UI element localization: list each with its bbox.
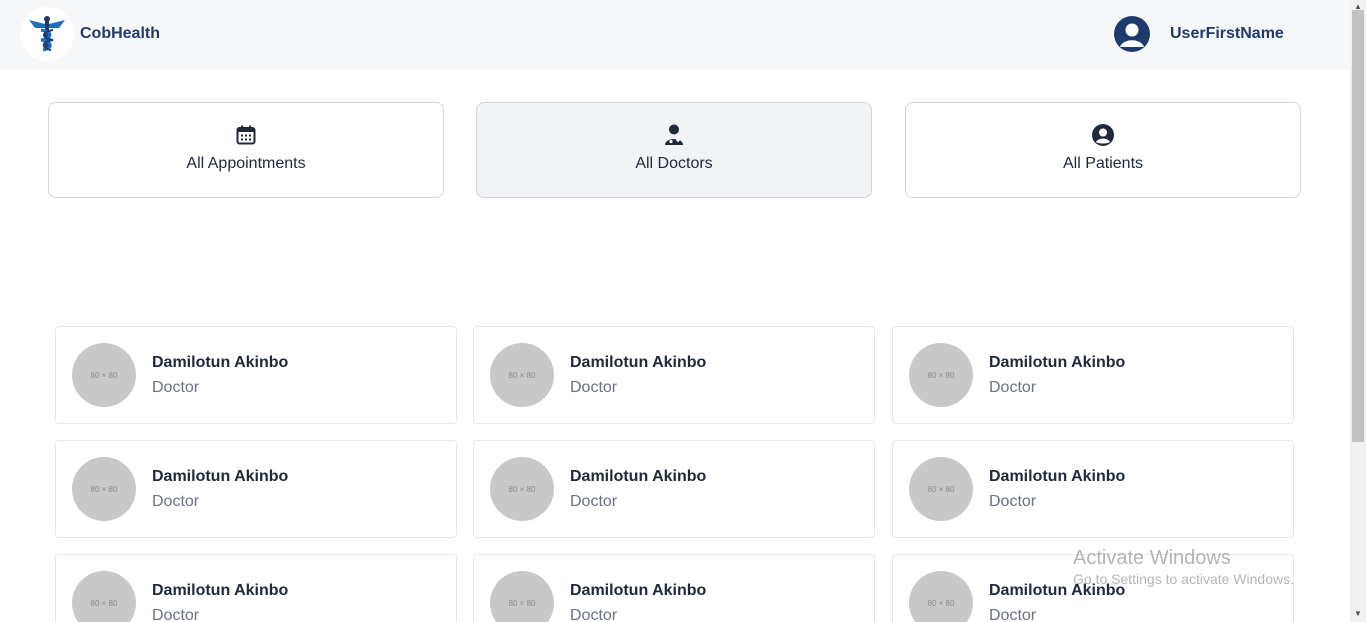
user-circle-icon <box>1091 123 1115 147</box>
doctor-photo-placeholder: 80 × 80 <box>72 457 136 521</box>
doctor-card[interactable]: 80 × 80 Damilotun Akinbo Doctor <box>473 440 875 538</box>
user-avatar-icon[interactable] <box>1114 16 1150 52</box>
doctor-role: Doctor <box>989 379 1037 396</box>
doctor-role: Doctor <box>989 493 1037 510</box>
doctor-photo-placeholder: 80 × 80 <box>909 343 973 407</box>
doctor-card[interactable]: 80 × 80 Damilotun Akinbo Doctor <box>55 440 457 538</box>
nav-tile-all-appointments[interactable]: All Appointments <box>48 102 444 198</box>
doctor-name: Damilotun Akinbo <box>989 468 1126 485</box>
doctor-name: Damilotun Akinbo <box>152 468 289 485</box>
doctor-role: Doctor <box>152 493 200 510</box>
activate-windows-title: Activate Windows <box>1073 547 1231 569</box>
doctor-role: Doctor <box>570 379 618 396</box>
doctor-name: Damilotun Akinbo <box>152 582 289 599</box>
user-name[interactable]: UserFirstName <box>1170 25 1284 43</box>
doctor-card[interactable]: 80 × 80 Damilotun Akinbo Doctor <box>473 326 875 424</box>
doctor-card[interactable]: 80 × 80 Damilotun Akinbo Doctor <box>55 554 457 622</box>
doctor-role: Doctor <box>989 607 1037 622</box>
nav-label: All Appointments <box>186 155 306 172</box>
doctor-name: Damilotun Akinbo <box>570 468 707 485</box>
doctor-photo-placeholder: 80 × 80 <box>72 343 136 407</box>
nav-label: All Doctors <box>635 155 713 172</box>
doctor-photo-placeholder: 80 × 80 <box>490 571 554 622</box>
scrollbar-thumb[interactable] <box>1352 10 1364 442</box>
doctor-icon <box>662 123 686 147</box>
doctor-name: Damilotun Akinbo <box>570 582 707 599</box>
doctor-photo-placeholder: 80 × 80 <box>909 571 973 622</box>
doctor-name: Damilotun Akinbo <box>989 354 1126 371</box>
logo[interactable] <box>20 7 74 61</box>
doctor-role: Doctor <box>570 607 618 622</box>
brand-name[interactable]: CobHealth <box>80 25 160 43</box>
doctor-card[interactable]: 80 × 80 Damilotun Akinbo Doctor <box>892 326 1294 424</box>
doctor-name: Damilotun Akinbo <box>152 354 289 371</box>
doctor-role: Doctor <box>570 493 618 510</box>
doctor-card[interactable]: 80 × 80 Damilotun Akinbo Doctor <box>892 440 1294 538</box>
doctor-card[interactable]: 80 × 80 Damilotun Akinbo Doctor <box>473 554 875 622</box>
nav-tile-all-doctors[interactable]: All Doctors <box>476 102 872 198</box>
activate-windows-subtitle: Go to Settings to activate Windows. <box>1073 571 1294 587</box>
doctor-role: Doctor <box>152 379 200 396</box>
top-header: CobHealth UserFirstName <box>0 0 1350 70</box>
caduceus-logo-icon <box>29 16 65 52</box>
doctor-card[interactable]: 80 × 80 Damilotun Akinbo Doctor <box>55 326 457 424</box>
doctor-photo-placeholder: 80 × 80 <box>490 457 554 521</box>
doctor-photo-placeholder: 80 × 80 <box>909 457 973 521</box>
doctor-photo-placeholder: 80 × 80 <box>490 343 554 407</box>
scroll-up-arrow-icon[interactable]: ▲ <box>1354 2 1362 11</box>
scroll-down-arrow-icon[interactable]: ▼ <box>1354 609 1362 618</box>
nav-label: All Patients <box>1062 155 1144 172</box>
doctor-photo-placeholder: 80 × 80 <box>72 571 136 622</box>
doctor-name: Damilotun Akinbo <box>570 354 707 371</box>
nav-tile-all-patients[interactable]: All Patients <box>905 102 1301 198</box>
doctor-role: Doctor <box>152 607 200 622</box>
calendar-icon <box>234 123 258 147</box>
